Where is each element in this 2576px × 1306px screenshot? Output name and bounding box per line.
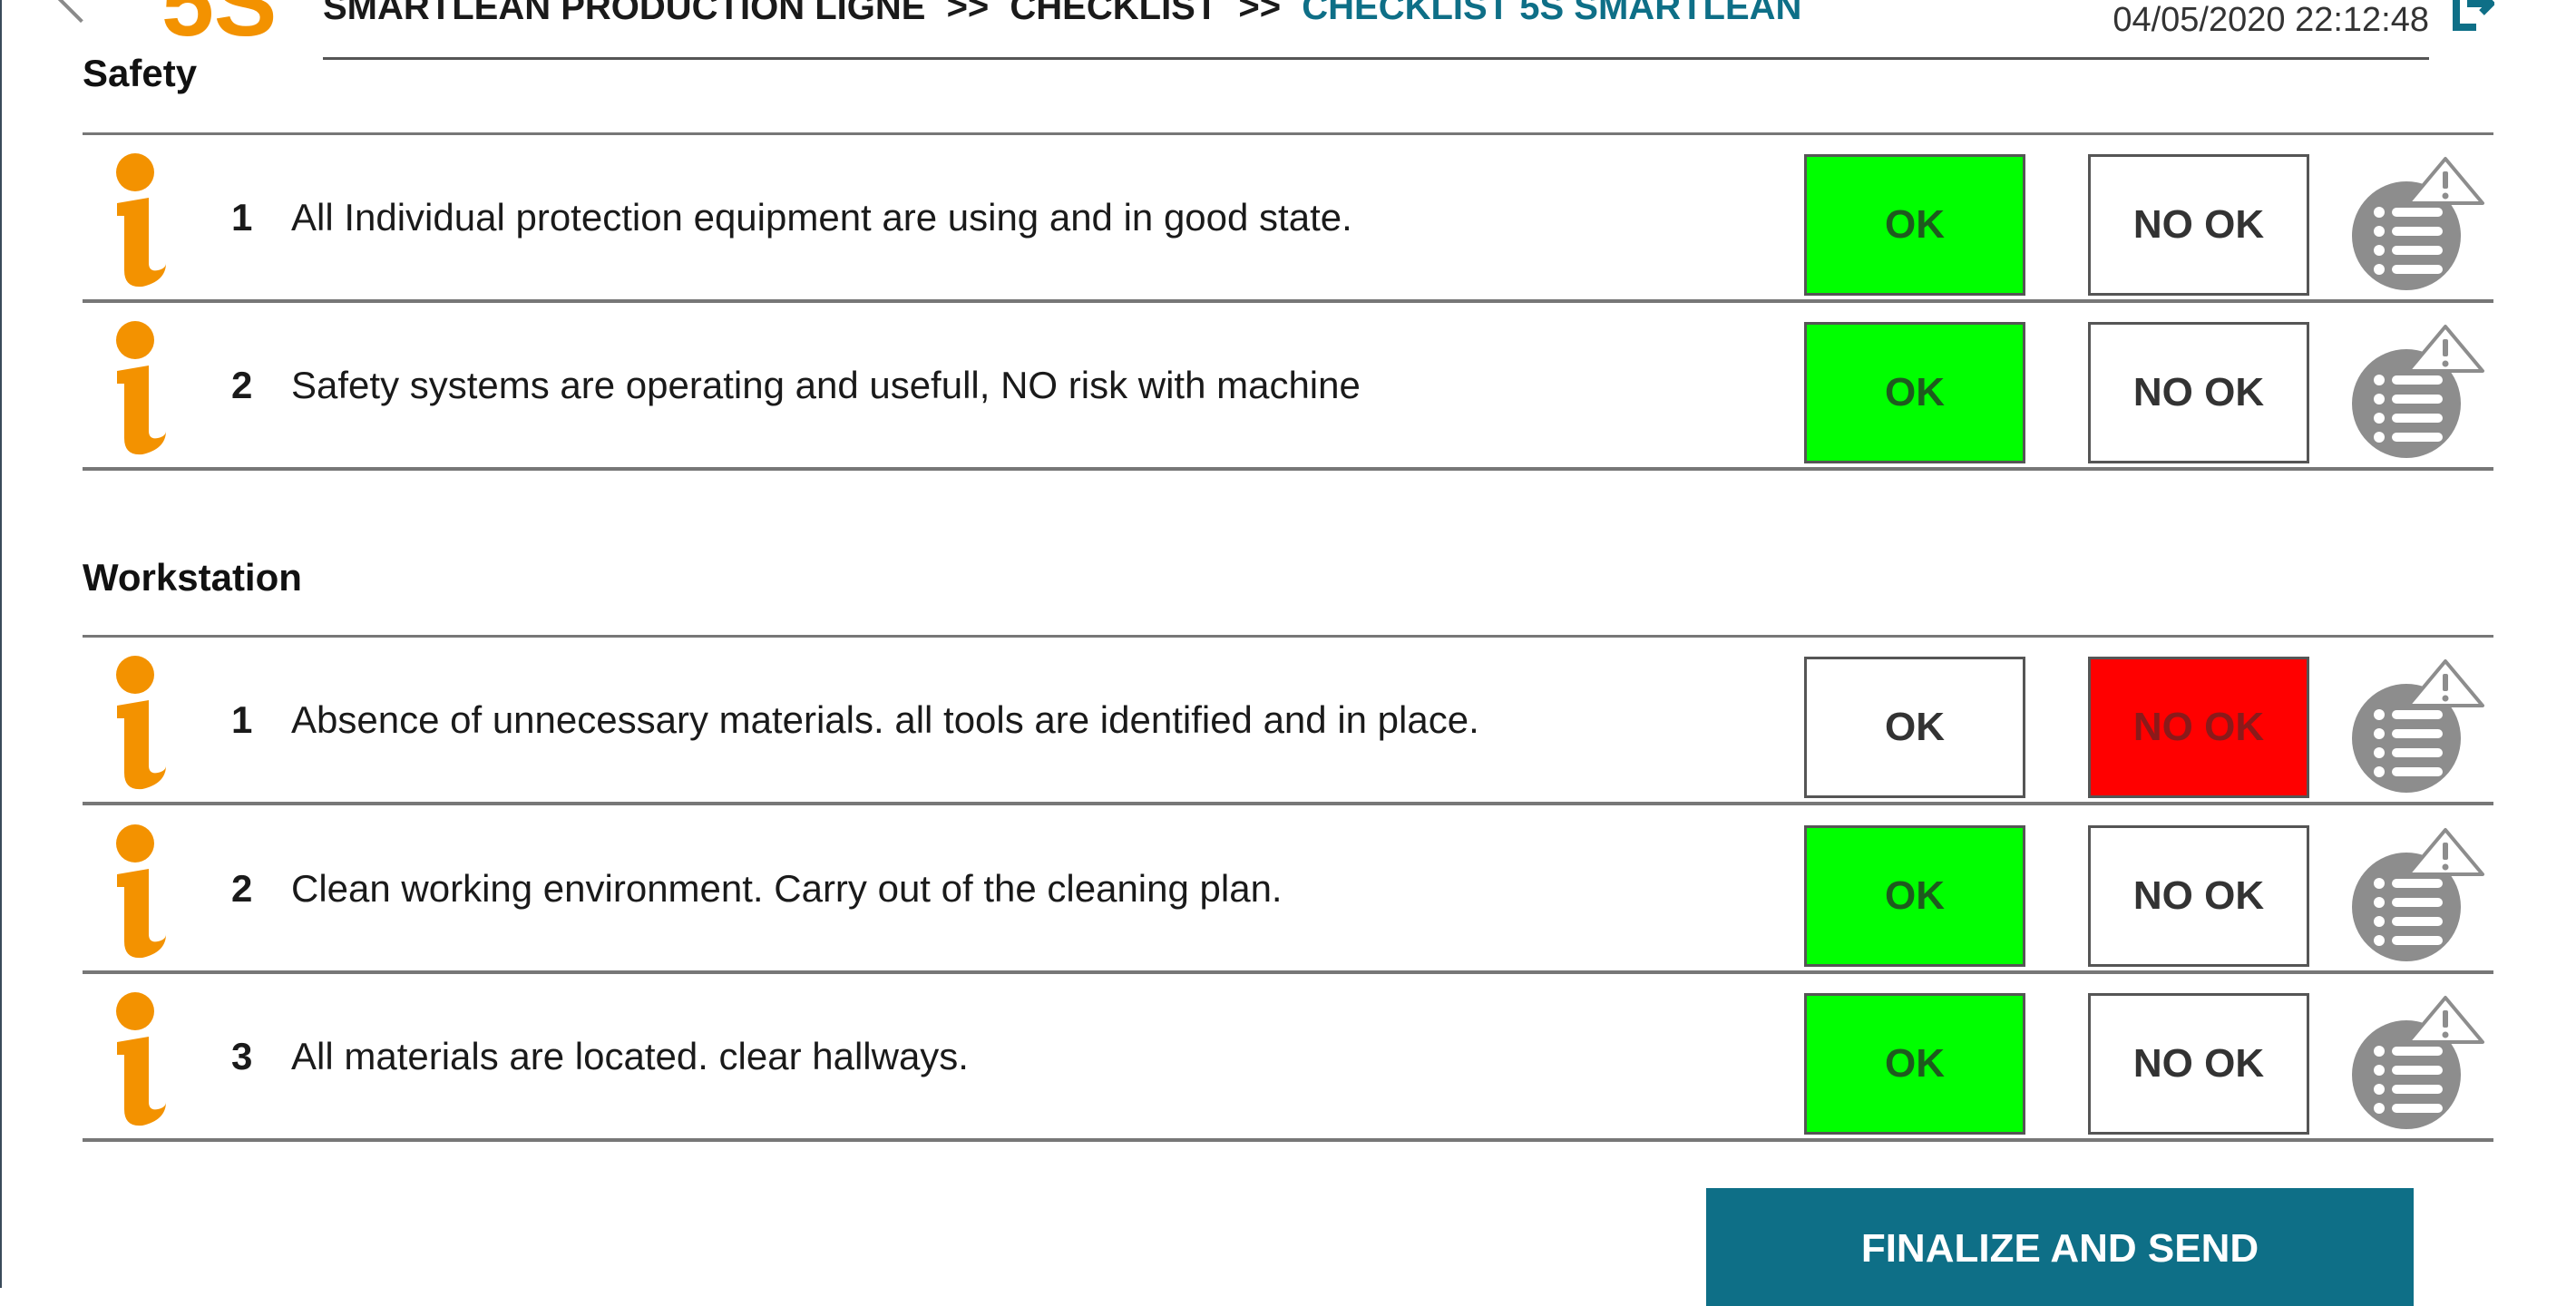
section-divider [83,132,2493,135]
report-issue-icon[interactable] [2352,156,2484,292]
report-issue-icon[interactable] [2352,324,2484,460]
breadcrumb-item-production-line[interactable]: SMARTLEAN PRODUCTION LIGNE [323,0,925,27]
breadcrumb-separator: >> [1238,0,1282,27]
datetime-label: 04/05/2020 22:12:48 [2113,1,2429,39]
section-divider [83,635,2493,638]
report-issue-icon[interactable] [2352,995,2484,1131]
logout-icon[interactable] [2451,0,2494,31]
checklist-row: 1 All Individual protection equipment ar… [83,136,2493,303]
breadcrumb: SMARTLEAN PRODUCTION LIGNE >> CHECKLIST … [323,0,1801,29]
no-ok-button[interactable]: NO OK [2088,657,2309,798]
ok-button[interactable]: OK [1804,825,2025,967]
ok-button[interactable]: OK [1804,657,2025,798]
breadcrumb-item-checklist[interactable]: CHECKLIST [1010,0,1217,27]
checklist-row: 1 Absence of unnecessary materials. all … [83,638,2493,805]
info-icon[interactable] [106,991,170,1127]
report-issue-icon[interactable] [2352,658,2484,794]
checklist-row: 3 All materials are located. clear hallw… [83,975,2493,1142]
checklist-row: 2 Clean working environment. Carry out o… [83,807,2493,974]
item-text: Clean working environment. Carry out of … [291,867,1283,910]
item-text: Absence of unnecessary materials. all to… [291,698,1479,741]
section-title-workstation: Workstation [83,556,302,599]
section-title-safety: Safety [83,52,198,94]
item-number: 1 [231,196,253,239]
no-ok-button[interactable]: NO OK [2088,993,2309,1135]
ok-button[interactable]: OK [1804,993,2025,1135]
screen-left-border [0,0,2,1288]
item-number: 1 [231,698,253,741]
ok-button[interactable]: OK [1804,154,2025,296]
info-icon[interactable] [106,824,170,960]
report-issue-icon[interactable] [2352,827,2484,963]
app-logo: 5S [161,0,278,56]
back-chevron-icon[interactable] [45,0,116,24]
item-text: Safety systems are operating and usefull… [291,364,1361,406]
checklist-row: 2 Safety systems are operating and usefu… [83,304,2493,471]
breadcrumb-item-current: CHECKLIST 5S SMARTLEAN [1302,0,1802,27]
item-number: 2 [231,364,253,406]
item-text: All materials are located. clear hallway… [291,1035,969,1077]
no-ok-button[interactable]: NO OK [2088,825,2309,967]
breadcrumb-separator: >> [946,0,990,27]
info-icon[interactable] [106,655,170,791]
item-number: 2 [231,867,253,910]
no-ok-button[interactable]: NO OK [2088,154,2309,296]
item-text: All Individual protection equipment are … [291,196,1352,239]
no-ok-button[interactable]: NO OK [2088,322,2309,463]
finalize-and-send-button[interactable]: FINALIZE AND SEND [1706,1188,2414,1306]
info-icon[interactable] [106,152,170,288]
ok-button[interactable]: OK [1804,322,2025,463]
header-divider [323,57,2429,60]
info-icon[interactable] [106,320,170,456]
item-number: 3 [231,1035,253,1077]
